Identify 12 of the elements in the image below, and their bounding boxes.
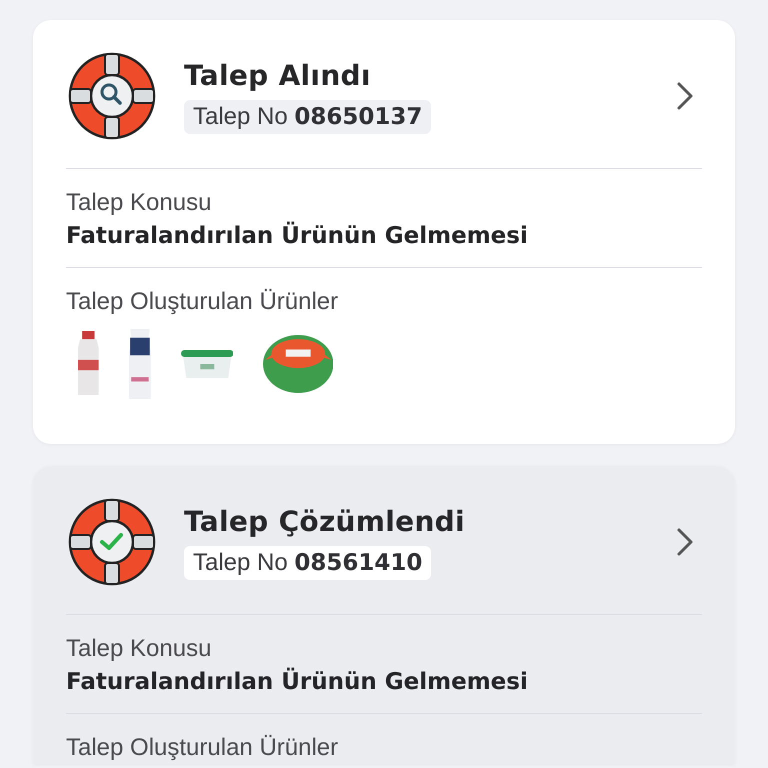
subject-label: Talep Konusu [66,635,212,663]
subject-label: Talep Konusu [66,189,212,217]
subject-value: Faturalandırılan Ürünün Gelmemesi [66,669,529,695]
request-status-title: Talep Alındı [184,58,371,92]
lifebuoy-icon [68,498,156,586]
products-label: Talep Oluşturulan Ürünler [66,734,340,762]
request-number: Talep No 08650137 [184,100,432,134]
products-label: Talep Oluşturulan Ürünler [66,288,340,316]
subject-value: Faturalandırılan Ürünün Gelmemesi [66,223,529,249]
request-status-title: Talep Çözümlendi [184,504,465,538]
lifebuoy-icon [68,52,156,140]
request-number: Talep No 08561410 [184,546,432,580]
